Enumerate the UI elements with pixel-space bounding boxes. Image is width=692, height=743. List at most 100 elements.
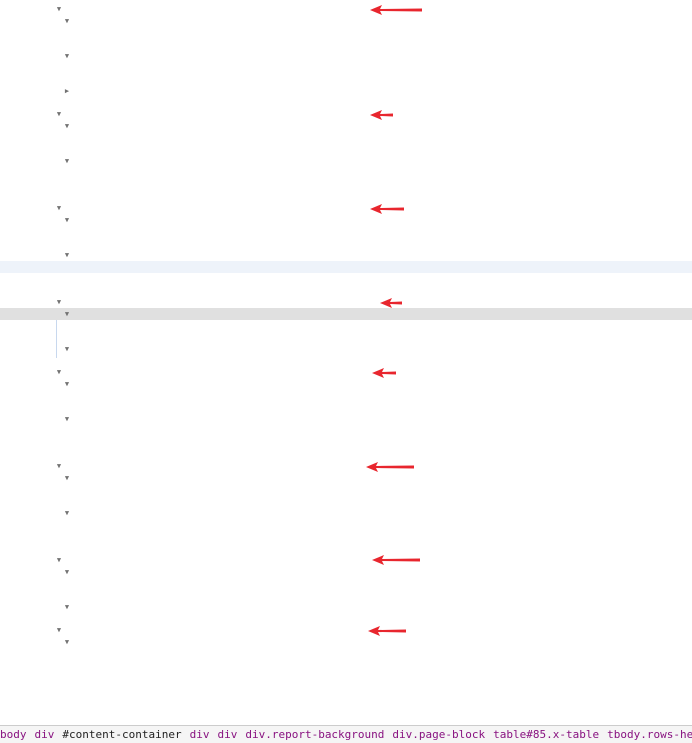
- dom-node-line[interactable]: ▼: [0, 601, 692, 613]
- dom-node-line[interactable]: ▼: [0, 472, 692, 484]
- dom-node-line[interactable]: [0, 331, 692, 343]
- breadcrumb-item[interactable]: tbody.rows-height-counter: [607, 728, 692, 741]
- row-r-4-0-node[interactable]: ▼: [0, 366, 692, 378]
- dom-node-line[interactable]: ▼: [0, 120, 692, 132]
- row-r-3-0-node[interactable]: ▼: [0, 296, 692, 308]
- collapse-triangle-icon[interactable]: ▼: [63, 15, 71, 27]
- collapse-triangle-icon[interactable]: ▼: [63, 155, 71, 167]
- dom-node-line[interactable]: ▼: [0, 566, 692, 578]
- collapse-triangle-icon[interactable]: ▼: [63, 343, 71, 355]
- dom-node-line[interactable]: [0, 132, 692, 144]
- collapse-triangle-icon[interactable]: ▼: [55, 554, 63, 566]
- collapse-triangle-icon[interactable]: ▼: [63, 214, 71, 226]
- collapse-triangle-icon[interactable]: ▼: [55, 624, 63, 636]
- dom-node-line[interactable]: ▼: [0, 214, 692, 226]
- dom-node-line[interactable]: [0, 179, 692, 191]
- collapse-triangle-icon[interactable]: ▼: [63, 413, 71, 425]
- red-annotation-arrow-icon: [372, 367, 396, 378]
- dom-node-line[interactable]: ▼: [0, 413, 692, 425]
- dom-node-line[interactable]: [0, 284, 692, 296]
- collapse-triangle-icon[interactable]: ▼: [55, 296, 63, 308]
- breadcrumb-item[interactable]: #content-container: [62, 728, 181, 741]
- red-annotation-arrow-icon: [370, 4, 422, 15]
- breadcrumb-item[interactable]: div: [217, 728, 237, 741]
- row-r-6-0-node[interactable]: ▼: [0, 554, 692, 566]
- dom-node-line[interactable]: [0, 144, 692, 156]
- dom-node-line[interactable]: [0, 319, 692, 331]
- dom-node-line[interactable]: ▶: [0, 85, 692, 97]
- dom-node-line[interactable]: [0, 519, 692, 531]
- dom-node-line[interactable]: [0, 437, 692, 449]
- collapse-triangle-icon[interactable]: ▼: [63, 601, 71, 613]
- dom-node-line[interactable]: [0, 612, 692, 624]
- dom-node-line[interactable]: [0, 237, 692, 249]
- breadcrumb-item[interactable]: table#85.x-table: [493, 728, 599, 741]
- row-r-7-0-node[interactable]: ▼: [0, 624, 692, 636]
- elements-dom-tree: ▼ ▼ ▼ ▶ ▼ ▼ ▼ ▼ ▼ ▼ ▼ ▼ ▼ ▼ ▼ ▼ ▼ ▼ ▼ ▼ ▼ ▼ ▼ ▼: [0, 0, 692, 725]
- collapse-triangle-icon[interactable]: ▼: [55, 108, 63, 120]
- dom-node-line[interactable]: [0, 167, 692, 179]
- collapse-triangle-icon[interactable]: ▼: [63, 566, 71, 578]
- dom-node-line[interactable]: [0, 706, 692, 718]
- dom-node-line[interactable]: ▼: [0, 15, 692, 27]
- dom-node-line[interactable]: ▼: [0, 155, 692, 167]
- expand-triangle-icon[interactable]: ▶: [63, 85, 71, 97]
- dom-node-line[interactable]: [0, 425, 692, 437]
- dom-node-line[interactable]: ▼: [0, 636, 692, 648]
- dom-node-line[interactable]: [0, 448, 692, 460]
- dom-node-line[interactable]: [0, 589, 692, 601]
- dom-node-line[interactable]: [0, 191, 692, 203]
- dom-node-line[interactable]: [0, 683, 692, 695]
- dom-node-line[interactable]: [0, 659, 692, 671]
- dom-node-line[interactable]: [0, 648, 692, 660]
- dom-node-line[interactable]: [0, 542, 692, 554]
- dom-node-line[interactable]: [0, 484, 692, 496]
- row-r-0-0-node[interactable]: ▼: [0, 3, 692, 15]
- collapse-triangle-icon[interactable]: ▼: [63, 507, 71, 519]
- collapse-triangle-icon[interactable]: ▼: [63, 308, 71, 320]
- red-annotation-arrow-icon: [366, 461, 414, 472]
- collapse-triangle-icon[interactable]: ▼: [63, 249, 71, 261]
- collapse-triangle-icon[interactable]: ▼: [55, 460, 63, 472]
- dom-node-line[interactable]: [0, 260, 692, 273]
- breadcrumb-item[interactable]: div.report-background: [245, 728, 384, 741]
- dom-node-line[interactable]: ▼: [0, 378, 692, 390]
- dom-node-line[interactable]: [0, 73, 692, 85]
- dom-node-line[interactable]: ▼: [0, 307, 692, 320]
- dom-node-line[interactable]: [0, 62, 692, 74]
- dom-node-line[interactable]: [0, 495, 692, 507]
- dom-node-line[interactable]: [0, 226, 692, 238]
- breadcrumb-item[interactable]: body: [0, 728, 27, 741]
- collapse-triangle-icon[interactable]: ▼: [63, 378, 71, 390]
- dom-node-line[interactable]: [0, 97, 692, 109]
- dom-node-line[interactable]: [0, 26, 692, 38]
- dom-node-line[interactable]: [0, 577, 692, 589]
- row-r-5-0-node[interactable]: ▼: [0, 460, 692, 472]
- dom-node-line[interactable]: ▼: [0, 50, 692, 62]
- dom-node-line[interactable]: [0, 671, 692, 683]
- dom-node-line[interactable]: [0, 401, 692, 413]
- breadcrumb-bar: body div #content-container div div div.repor…: [0, 725, 692, 743]
- collapse-triangle-icon[interactable]: ▼: [55, 366, 63, 378]
- dom-node-line[interactable]: [0, 38, 692, 50]
- dom-node-line[interactable]: [0, 273, 692, 285]
- dom-node-line[interactable]: [0, 694, 692, 706]
- collapse-triangle-icon[interactable]: ▼: [55, 202, 63, 214]
- red-annotation-arrow-icon: [372, 555, 420, 566]
- breadcrumb-item[interactable]: div: [35, 728, 55, 741]
- dom-node-line[interactable]: ▼: [0, 343, 692, 355]
- dom-node-line[interactable]: ▼: [0, 507, 692, 519]
- dom-node-line[interactable]: [0, 390, 692, 402]
- row-r-2-0-node[interactable]: ▼: [0, 202, 692, 214]
- dom-node-line[interactable]: [0, 355, 692, 367]
- collapse-triangle-icon[interactable]: ▼: [63, 120, 71, 132]
- dom-node-line[interactable]: ▼: [0, 249, 692, 261]
- collapse-triangle-icon[interactable]: ▼: [55, 3, 63, 15]
- row-r-1-0-node[interactable]: ▼: [0, 108, 692, 120]
- collapse-triangle-icon[interactable]: ▼: [63, 636, 71, 648]
- dom-node-line[interactable]: [0, 530, 692, 542]
- breadcrumb-item[interactable]: div.page-block: [392, 728, 485, 741]
- breadcrumb-item[interactable]: div: [190, 728, 210, 741]
- collapse-triangle-icon[interactable]: ▼: [63, 472, 71, 484]
- collapse-triangle-icon[interactable]: ▼: [63, 50, 71, 62]
